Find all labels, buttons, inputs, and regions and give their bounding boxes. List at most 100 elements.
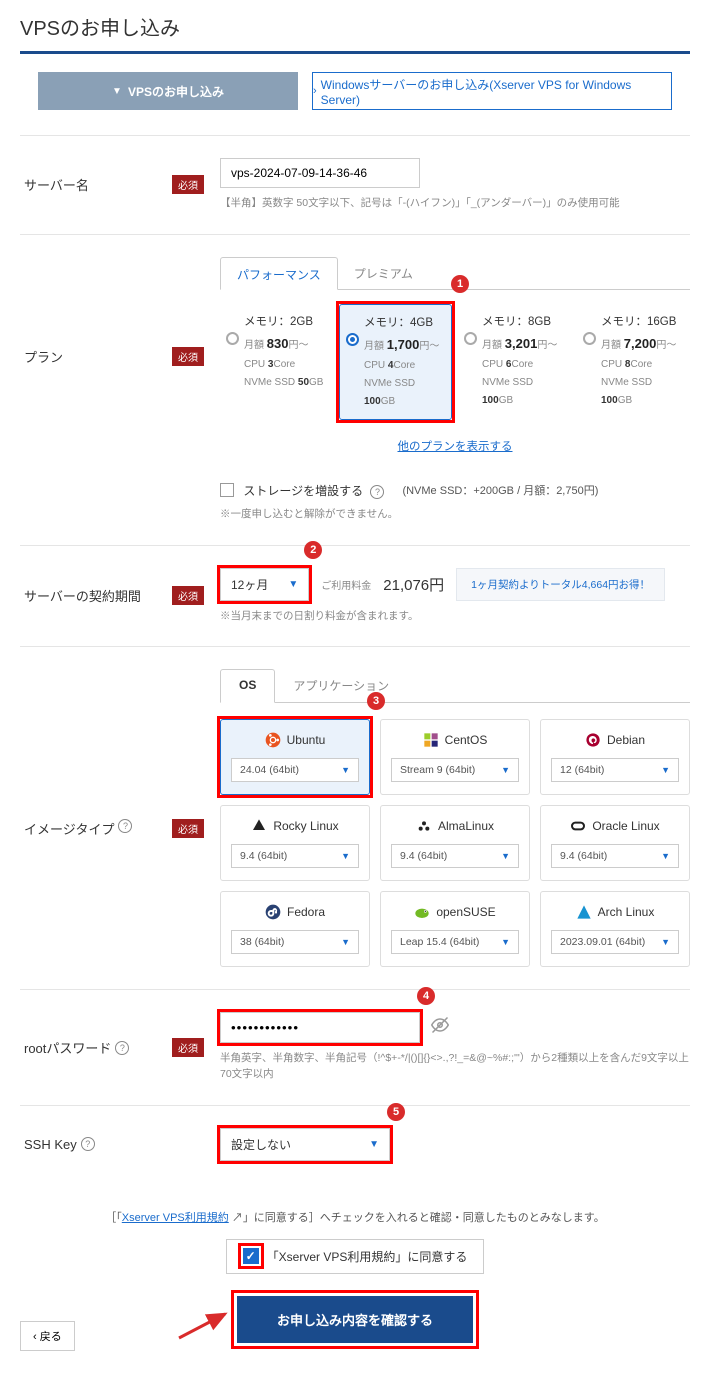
chevron-down-icon: ▼ bbox=[661, 765, 670, 775]
os-card-oracle[interactable]: Oracle Linux 9.4 (64bit)▼ bbox=[540, 805, 690, 881]
storage-cb-label: ストレージを増設する bbox=[243, 484, 363, 498]
annotation-badge-1: 1 bbox=[451, 275, 469, 293]
os-version-select[interactable]: 9.4 (64bit)▼ bbox=[391, 844, 519, 868]
plan-card-title: メモリ：8GB bbox=[482, 312, 565, 333]
os-card-ubuntu[interactable]: Ubuntu 24.04 (64bit)▼ bbox=[220, 719, 370, 795]
radio-icon bbox=[583, 332, 596, 345]
image-tabs: OS アプリケーション bbox=[220, 669, 690, 703]
terms-link[interactable]: Xserver VPS利用規約 bbox=[122, 1212, 229, 1224]
eye-off-icon[interactable] bbox=[430, 1016, 450, 1039]
os-version-select[interactable]: 9.4 (64bit)▼ bbox=[231, 844, 359, 868]
image-label: イメージタイプ bbox=[24, 819, 114, 838]
os-name: Ubuntu bbox=[231, 732, 359, 748]
section-ssh: SSH Key ? 設定しない ▼ 5 bbox=[20, 1105, 690, 1183]
annotation-badge-2: 2 bbox=[304, 541, 322, 559]
plan-tab-premium[interactable]: プレミアム bbox=[338, 257, 429, 289]
image-tab-os[interactable]: OS bbox=[220, 669, 275, 703]
checkbox-icon bbox=[220, 483, 234, 497]
plan-card-ssd: NVMe SSD 50GB bbox=[244, 374, 327, 392]
chevron-down-icon: ▼ bbox=[501, 851, 510, 861]
page-title: VPSのお申し込み bbox=[20, 12, 690, 54]
chevron-down-icon: ▼ bbox=[288, 579, 298, 590]
chevron-down-icon: ▼ bbox=[661, 851, 670, 861]
fedora-icon bbox=[265, 904, 281, 920]
os-version-select[interactable]: 24.04 (64bit)▼ bbox=[231, 758, 359, 782]
plan-card[interactable]: メモリ：8GB 月額 3,201円〜 CPU 6Core NVMe SSD 10… bbox=[458, 304, 571, 420]
os-version-select[interactable]: Leap 15.4 (64bit)▼ bbox=[391, 930, 519, 954]
chevron-down-icon: ▼ bbox=[341, 937, 350, 947]
term-hint: ※当月末までの日割り料金が含まれます。 bbox=[220, 609, 690, 625]
plan-tab-performance[interactable]: パフォーマンス bbox=[220, 257, 338, 290]
os-card-fedora[interactable]: Fedora 38 (64bit)▼ bbox=[220, 891, 370, 967]
os-card-suse[interactable]: openSUSE Leap 15.4 (64bit)▼ bbox=[380, 891, 530, 967]
chevron-right-icon: › bbox=[313, 85, 317, 97]
rocky-icon bbox=[251, 818, 267, 834]
os-name: openSUSE bbox=[391, 904, 519, 920]
image-tab-app[interactable]: アプリケーション bbox=[275, 669, 407, 702]
os-name: Debian bbox=[551, 732, 679, 748]
os-version-select[interactable]: 38 (64bit)▼ bbox=[231, 930, 359, 954]
os-card-debian[interactable]: Debian 12 (64bit)▼ bbox=[540, 719, 690, 795]
required-badge: 必須 bbox=[172, 1038, 204, 1057]
os-grid: Ubuntu 24.04 (64bit)▼CentOS Stream 9 (64… bbox=[220, 719, 690, 967]
plan-card-cpu: CPU 8Core bbox=[601, 356, 684, 374]
server-name-label: サーバー名 bbox=[24, 175, 89, 194]
plan-card[interactable]: メモリ：16GB 月額 7,200円〜 CPU 8Core NVMe SSD 1… bbox=[577, 304, 690, 420]
rootpw-input[interactable] bbox=[220, 1012, 420, 1043]
section-image: イメージタイプ ? 必須 OS アプリケーション Ubuntu 24.04 (6… bbox=[20, 646, 690, 989]
tab-windows-label: Windowsサーバーのお申し込み(Xserver VPS for Window… bbox=[321, 76, 671, 107]
plan-card-title: メモリ：2GB bbox=[244, 312, 327, 333]
help-icon[interactable]: ? bbox=[115, 1041, 129, 1055]
plan-card[interactable]: メモリ：2GB 月額 830円〜 CPU 3Core NVMe SSD 50GB bbox=[220, 304, 333, 420]
chevron-down-icon: ▼ bbox=[112, 86, 122, 97]
tab-vps[interactable]: ▼ VPSのお申し込み bbox=[38, 72, 298, 110]
ssh-select[interactable]: 設定しない ▼ bbox=[220, 1128, 390, 1161]
os-version-select[interactable]: 9.4 (64bit)▼ bbox=[551, 844, 679, 868]
rootpw-hint: 半角英字、半角数字、半角記号（!^$+-*/|()[]{}<>.,?!_=&@~… bbox=[220, 1051, 690, 1083]
os-card-centos[interactable]: CentOS Stream 9 (64bit)▼ bbox=[380, 719, 530, 795]
tab-windows[interactable]: › Windowsサーバーのお申し込み(Xserver VPS for Wind… bbox=[312, 72, 672, 110]
back-button[interactable]: ‹ 戻る bbox=[20, 1321, 75, 1351]
fee-value: 21,076円 bbox=[383, 574, 444, 595]
term-select[interactable]: 12ヶ月 ▼ bbox=[220, 568, 309, 601]
alma-icon bbox=[416, 818, 432, 834]
os-version-select[interactable]: 2023.09.01 (64bit)▼ bbox=[551, 930, 679, 954]
rootpw-label: rootパスワード bbox=[24, 1038, 111, 1057]
os-card-arch[interactable]: Arch Linux 2023.09.01 (64bit)▼ bbox=[540, 891, 690, 967]
os-card-alma[interactable]: AlmaLinux 9.4 (64bit)▼ bbox=[380, 805, 530, 881]
chevron-down-icon: ▼ bbox=[369, 1139, 379, 1150]
radio-icon bbox=[464, 332, 477, 345]
show-more-plans-link[interactable]: 他のプランを表示する bbox=[220, 438, 690, 454]
ssh-label: SSH Key bbox=[24, 1137, 77, 1152]
term-value: 12ヶ月 bbox=[231, 576, 268, 593]
plan-card-price: 月額 830円〜 bbox=[244, 332, 327, 355]
terms-checkbox-row[interactable]: 「Xserver VPS利用規約」に同意する bbox=[226, 1239, 485, 1274]
plan-card[interactable]: メモリ：4GB 月額 1,700円〜 CPU 4Core NVMe SSD 10… bbox=[339, 304, 452, 420]
section-server-name: サーバー名 必須 【半角】英数字 50文字以下、記号は「-(ハイフン)」「_(ア… bbox=[20, 135, 690, 234]
storage-info: (NVMe SSD：+200GB / 月額：2,750円) bbox=[402, 482, 598, 498]
submit-button[interactable]: お申し込み内容を確認する bbox=[237, 1296, 473, 1343]
storage-checkbox[interactable]: ストレージを増設する ? bbox=[220, 482, 384, 499]
oracle-icon bbox=[570, 818, 586, 834]
os-version-select[interactable]: Stream 9 (64bit)▼ bbox=[391, 758, 519, 782]
help-icon[interactable]: ? bbox=[118, 819, 132, 833]
os-card-rocky[interactable]: Rocky Linux 9.4 (64bit)▼ bbox=[220, 805, 370, 881]
os-version-select[interactable]: 12 (64bit)▼ bbox=[551, 758, 679, 782]
chevron-down-icon: ▼ bbox=[341, 851, 350, 861]
plan-card-title: メモリ：16GB bbox=[601, 312, 684, 333]
os-name: Arch Linux bbox=[551, 904, 679, 920]
chevron-down-icon: ▼ bbox=[501, 765, 510, 775]
required-badge: 必須 bbox=[172, 347, 204, 366]
help-icon[interactable]: ? bbox=[81, 1137, 95, 1151]
os-name: AlmaLinux bbox=[391, 818, 519, 834]
ssh-value: 設定しない bbox=[231, 1136, 291, 1153]
plan-card-ssd: NVMe SSD 100GB bbox=[364, 375, 445, 411]
plan-label: プラン bbox=[24, 347, 63, 366]
fee-label: ご利用料金 bbox=[321, 577, 371, 592]
help-icon[interactable]: ? bbox=[370, 485, 384, 499]
checkbox-checked-icon[interactable] bbox=[243, 1248, 259, 1264]
term-label: サーバーの契約期間 bbox=[24, 586, 141, 605]
required-badge: 必須 bbox=[172, 175, 204, 194]
suse-icon bbox=[414, 904, 430, 920]
server-name-input[interactable] bbox=[220, 158, 420, 188]
